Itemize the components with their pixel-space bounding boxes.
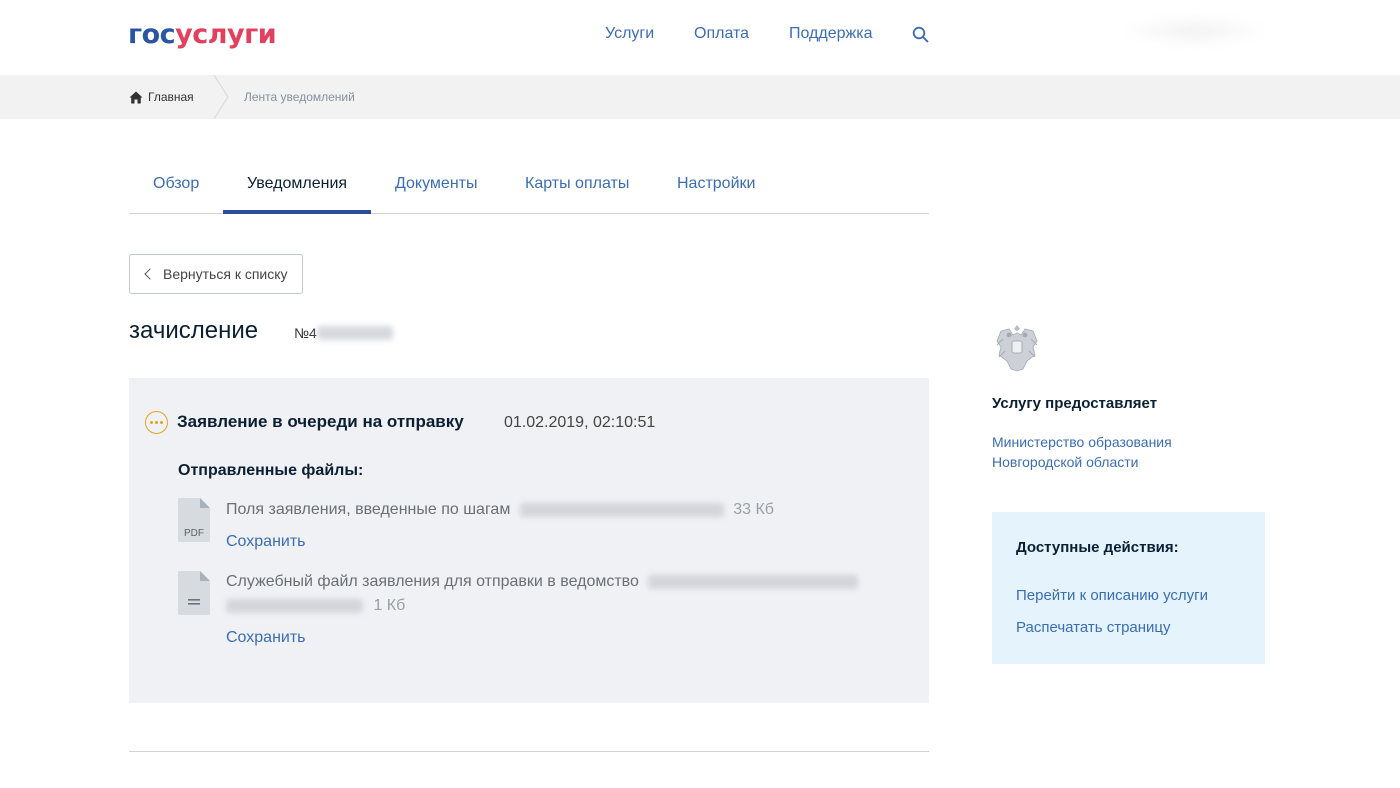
breadcrumb: Главная Лента уведомлений <box>0 75 1400 119</box>
profile-tabs: Обзор Уведомления Документы Карты оплаты… <box>129 160 929 214</box>
service-description-link[interactable]: Перейти к описанию услуги <box>1016 586 1208 606</box>
breadcrumb-separator <box>213 75 229 119</box>
provider-name-link[interactable]: Министерство образования Новгородской об… <box>992 432 1222 472</box>
redacted-filename <box>648 574 859 589</box>
nav-payment-link[interactable]: Оплата <box>694 24 749 44</box>
available-actions-title: Доступные действия: <box>1016 539 1179 556</box>
notification-number: №4 <box>294 324 393 342</box>
notification-panel: Заявление в очереди на отправку 01.02.20… <box>129 378 929 703</box>
breadcrumb-current: Лента уведомлений <box>244 90 355 104</box>
pdf-icon-label: PDF <box>184 528 204 539</box>
site-header: госуслуги Услуги Оплата Поддержка <box>0 0 1400 75</box>
provider-title: Услугу предоставляет <box>992 395 1158 412</box>
sent-files-heading: Отправленные файлы: <box>178 462 364 479</box>
logo-part-uslugi: услуги <box>175 19 277 50</box>
nav-services-link[interactable]: Услуги <box>605 24 654 44</box>
user-menu-blurred[interactable] <box>1120 14 1270 48</box>
file-1-name: Поля заявления, введенные по шагам <box>226 501 511 518</box>
content-divider <box>129 751 929 752</box>
tab-notifications[interactable]: Уведомления <box>247 174 347 194</box>
print-page-link[interactable]: Распечатать страницу <box>1016 618 1171 638</box>
file-1-size: 33 Кб <box>733 501 774 518</box>
file-2-size: 1 Кб <box>373 597 406 614</box>
file-2-description-line2: 1 Кб <box>226 594 405 618</box>
back-to-list-button[interactable]: Вернуться к списку <box>129 254 303 294</box>
page-title: зачисление <box>129 317 259 344</box>
file-2-name: Служебный файл заявления для отправки в … <box>226 573 639 590</box>
back-to-list-label: Вернуться к списку <box>163 266 288 282</box>
redacted-filename <box>519 502 724 517</box>
chevron-left-icon <box>144 268 156 280</box>
logo-part-gos: гос <box>128 19 176 50</box>
tab-documents[interactable]: Документы <box>395 174 477 194</box>
provider-name-line1: Министерство образования <box>992 434 1172 450</box>
active-tab-indicator <box>223 210 371 214</box>
tab-payment-cards[interactable]: Карты оплаты <box>525 174 629 194</box>
available-actions-panel: Доступные действия: Перейти к описанию у… <box>992 512 1265 664</box>
redacted-filename <box>226 598 363 613</box>
notification-number-prefix: №4 <box>294 325 317 341</box>
breadcrumb-home-link[interactable]: Главная <box>129 88 194 106</box>
status-datetime: 01.02.2019, 02:10:51 <box>504 414 656 431</box>
text-file-icon <box>178 571 210 615</box>
nav-support-link[interactable]: Поддержка <box>789 24 872 44</box>
file-2-save-link[interactable]: Сохранить <box>226 628 306 648</box>
provider-name-line2: Новгородской области <box>992 454 1139 470</box>
file-1-description: Поля заявления, введенные по шагам 33 Кб <box>226 498 774 522</box>
redacted-number <box>316 326 393 340</box>
coat-of-arms-icon <box>996 325 1038 372</box>
tab-settings[interactable]: Настройки <box>677 174 755 194</box>
search-icon[interactable] <box>912 26 929 43</box>
file-2-description: Служебный файл заявления для отправки в … <box>226 570 859 594</box>
pending-dots-icon <box>145 411 168 434</box>
tab-overview[interactable]: Обзор <box>153 174 199 194</box>
file-1-save-link[interactable]: Сохранить <box>226 532 306 552</box>
breadcrumb-home-label: Главная <box>148 90 194 104</box>
gosuslugi-logo[interactable]: госуслуги <box>128 18 277 52</box>
status-label: Заявление в очереди на отправку <box>177 412 464 431</box>
pdf-file-icon: PDF <box>178 498 210 542</box>
home-icon <box>129 91 143 103</box>
